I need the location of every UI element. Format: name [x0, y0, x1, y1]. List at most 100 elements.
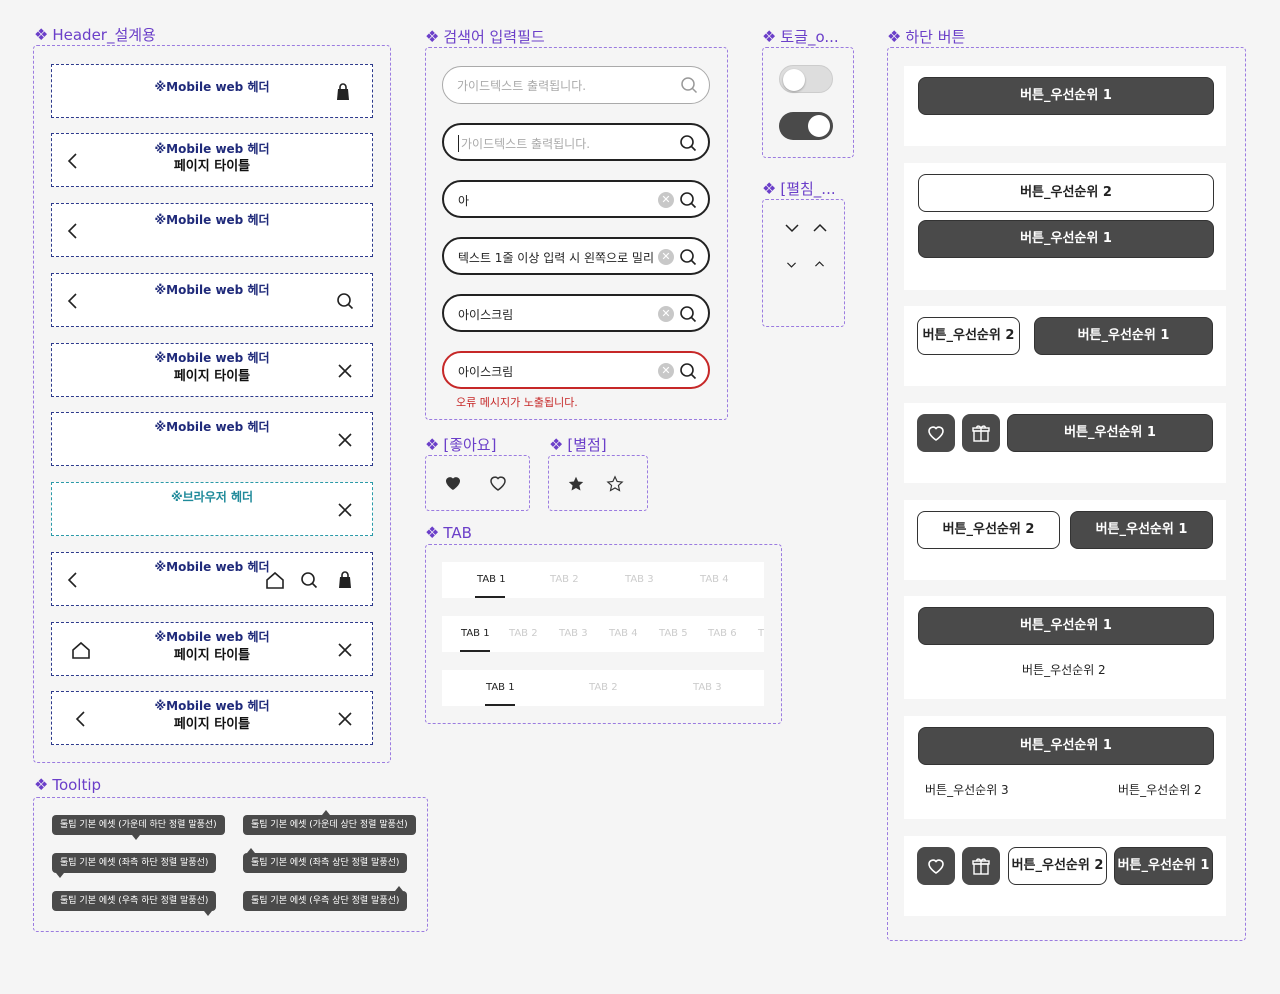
search-icon[interactable] — [334, 290, 356, 312]
search-placeholder: 가이드텍스트 출력됩니다. — [457, 79, 587, 93]
tab-2[interactable]: TAB 2 — [509, 628, 538, 639]
search-icon[interactable] — [678, 190, 698, 210]
secondary-button[interactable]: 버튼_우선순위 2 — [1008, 847, 1107, 885]
header-back-multi: ※Mobile web 헤더 — [51, 552, 373, 606]
primary-button[interactable]: 버튼_우선순위 1 — [1007, 414, 1213, 452]
bag-icon[interactable] — [332, 81, 354, 103]
header-label: ※Mobile web 헤더 — [154, 213, 270, 227]
header-label: ※Mobile web 헤더 — [154, 80, 270, 94]
search-icon[interactable] — [678, 133, 698, 153]
button-card-2: 버튼_우선순위 2 버튼_우선순위 1 — [904, 163, 1226, 290]
primary-button[interactable]: 버튼_우선순위 1 — [918, 727, 1214, 765]
chevron-down-icon[interactable] — [784, 220, 800, 236]
close-icon[interactable] — [334, 499, 356, 521]
home-icon[interactable] — [264, 569, 286, 591]
tab-indicator — [485, 704, 515, 706]
tab-5[interactable]: TAB 5 — [659, 628, 688, 639]
clear-icon[interactable]: ✕ — [658, 363, 674, 379]
tab-3[interactable]: TAB 3 — [559, 628, 588, 639]
primary-button[interactable]: 버튼_우선순위 1 — [1114, 847, 1213, 885]
tab-1[interactable]: TAB 1 — [486, 682, 515, 693]
section-title-tab: ❖ TAB — [425, 523, 472, 542]
tab-1[interactable]: TAB 1 — [477, 574, 506, 585]
star-outline-icon[interactable] — [606, 475, 624, 493]
search-icon[interactable] — [678, 304, 698, 324]
tooltip-right-top: 툴팁 기본 에셋 (우측 상단 정렬 말풍선) — [243, 886, 408, 911]
heart-filled-icon[interactable] — [443, 473, 463, 493]
close-icon[interactable] — [334, 639, 356, 661]
close-icon[interactable] — [334, 360, 356, 382]
tab-1[interactable]: TAB 1 — [461, 628, 490, 639]
primary-button[interactable]: 버튼_우선순위 1 — [918, 607, 1214, 645]
search-icon[interactable] — [678, 361, 698, 381]
secondary-button[interactable]: 버튼_우선순위 2 — [918, 174, 1214, 212]
header-cart: ※Mobile web 헤더 — [51, 64, 373, 118]
search-field-error[interactable]: 아이스크림 ✕ — [442, 351, 710, 389]
header-label: ※Mobile web 헤더 — [154, 699, 270, 713]
text-button[interactable]: 버튼_우선순위 3 — [925, 781, 1009, 798]
tab-7[interactable]: T — [758, 628, 764, 639]
like-button[interactable] — [917, 414, 955, 452]
close-icon[interactable] — [334, 429, 356, 451]
chevron-up-icon[interactable] — [813, 256, 826, 269]
clear-icon[interactable]: ✕ — [658, 192, 674, 208]
tab-4[interactable]: TAB 4 — [700, 574, 729, 585]
header-back-title-close: ※Mobile web 헤더 페이지 타이틀 — [51, 691, 373, 745]
tab-4[interactable]: TAB 4 — [609, 628, 638, 639]
header-label: ※Mobile web 헤더 — [154, 283, 270, 297]
tab-6[interactable]: TAB 6 — [708, 628, 737, 639]
button-card-1: 버튼_우선순위 1 — [904, 66, 1226, 146]
search-value: 아이스크림 — [458, 365, 514, 379]
close-icon[interactable] — [334, 708, 356, 730]
header-title-close: ※Mobile web 헤더 페이지 타이틀 — [51, 343, 373, 397]
section-title-toggle: ❖ 토글_o... — [762, 27, 839, 46]
toggle-off[interactable] — [779, 65, 833, 93]
section-title-search: ❖ 검색어 입력필드 — [425, 27, 545, 46]
heart-outline-icon[interactable] — [488, 473, 508, 493]
tab-row-3: TAB 1 TAB 2 TAB 3 — [442, 670, 764, 706]
header-home-title: ※Mobile web 헤더 페이지 타이틀 — [51, 622, 373, 676]
like-button[interactable] — [917, 847, 955, 885]
gift-button[interactable] — [962, 414, 1000, 452]
tab-row-scroll: TAB 1 TAB 2 TAB 3 TAB 4 TAB 5 TAB 6 T — [442, 616, 764, 652]
header-label: ※Mobile web 헤더 — [154, 630, 270, 644]
bag-icon[interactable] — [334, 569, 356, 591]
search-field-focus[interactable]: 가이드텍스트 출력됩니다. — [442, 123, 710, 161]
search-icon[interactable] — [678, 247, 698, 267]
tab-2[interactable]: TAB 2 — [550, 574, 579, 585]
clear-icon[interactable]: ✕ — [658, 306, 674, 322]
secondary-button[interactable]: 버튼_우선순위 2 — [917, 317, 1020, 355]
primary-button[interactable]: 버튼_우선순위 1 — [918, 220, 1214, 258]
button-card-7: 버튼_우선순위 1 버튼_우선순위 3 버튼_우선순위 2 — [904, 716, 1226, 819]
search-field-long[interactable]: 텍스트 1줄 이상 입력 시 왼쪽으로 밀리 ✕ — [442, 237, 710, 275]
gift-button[interactable] — [962, 847, 1000, 885]
search-icon[interactable] — [679, 75, 699, 95]
star-filled-icon[interactable] — [567, 475, 585, 493]
tab-3[interactable]: TAB 3 — [693, 682, 722, 693]
tab-2[interactable]: TAB 2 — [589, 682, 618, 693]
search-field-default[interactable]: 가이드텍스트 출력됩니다. — [442, 66, 710, 104]
search-field-filled[interactable]: 아이스크림 ✕ — [442, 294, 710, 332]
expand-frame — [762, 199, 845, 327]
primary-button[interactable]: 버튼_우선순위 1 — [1070, 511, 1213, 549]
chevron-down-icon[interactable] — [785, 256, 798, 269]
primary-button[interactable]: 버튼_우선순위 1 — [918, 77, 1214, 115]
like-frame — [425, 455, 530, 511]
toggle-on[interactable] — [779, 112, 833, 140]
text-button[interactable]: 버튼_우선순위 2 — [1118, 781, 1202, 798]
star-frame — [548, 455, 648, 511]
search-icon[interactable] — [298, 569, 320, 591]
section-title-like: ❖ [좋아요] — [425, 435, 497, 454]
secondary-button[interactable]: 버튼_우선순위 2 — [917, 511, 1060, 549]
primary-button[interactable]: 버튼_우선순위 1 — [1034, 317, 1213, 355]
tab-3[interactable]: TAB 3 — [625, 574, 654, 585]
button-card-8: 버튼_우선순위 2 버튼_우선순위 1 — [904, 836, 1226, 916]
search-value: 아이스크림 — [458, 308, 514, 322]
tooltip-center-top: 툴팁 기본 에셋 (가운데 상단 정렬 말풍선) — [243, 810, 416, 835]
chevron-up-icon[interactable] — [812, 220, 828, 236]
text-button[interactable]: 버튼_우선순위 2 — [1022, 661, 1106, 678]
section-title-star: ❖ [별점] — [549, 435, 607, 454]
button-card-6: 버튼_우선순위 1 버튼_우선순위 2 — [904, 596, 1226, 699]
search-field-typing[interactable]: 아 ✕ — [442, 180, 710, 218]
clear-icon[interactable]: ✕ — [658, 249, 674, 265]
